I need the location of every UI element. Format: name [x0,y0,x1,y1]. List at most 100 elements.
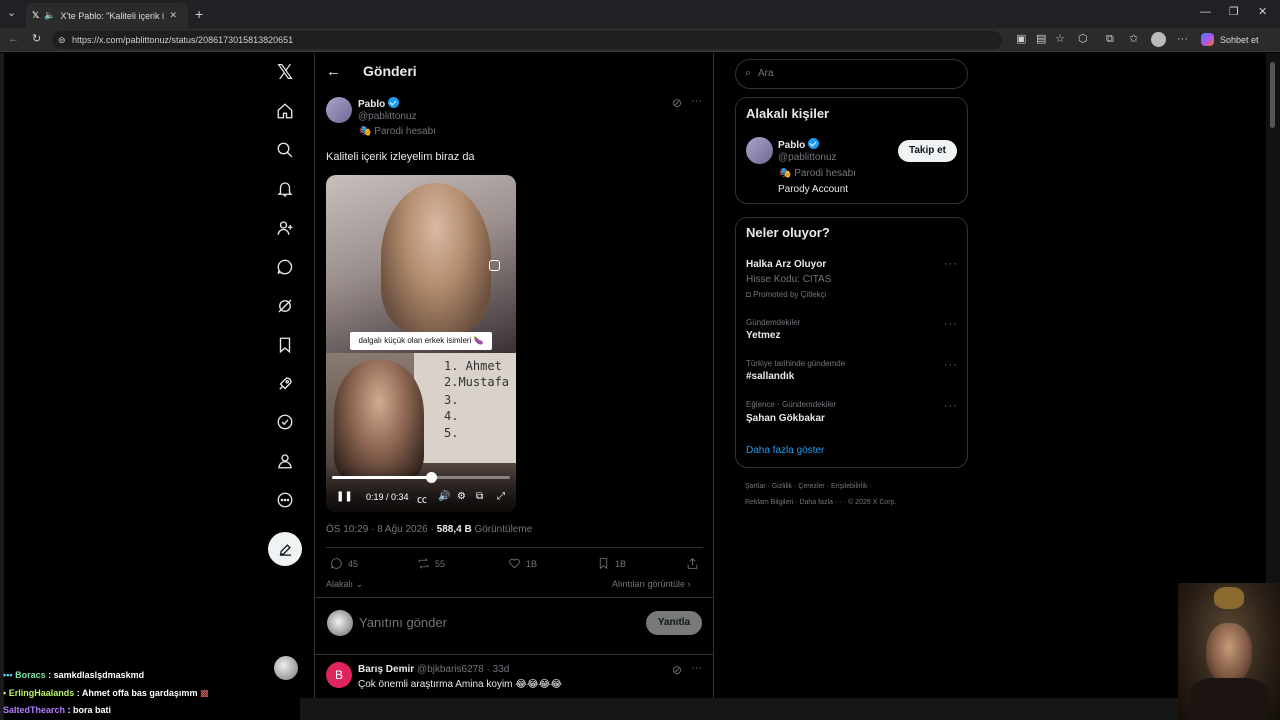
show-more-link[interactable]: Daha fazla göster [746,445,824,456]
trend-item-subtitle: Hisse Kodu: CITAS [746,274,832,285]
post-timestamp[interactable]: ÖS 10:29 · 8 Ağu 2026 · [326,524,434,535]
search-input[interactable]: Ara [758,68,774,79]
grok-icon[interactable] [273,294,297,318]
close-tab-icon[interactable]: ✕ [169,10,177,21]
video-list-item: 1. Ahmet [444,359,502,373]
split-screen-icon[interactable]: ▣ [1016,34,1026,45]
notifications-bell-icon[interactable] [273,177,297,201]
url-field[interactable]: ⊜ https://x.com/pablittonuz/status/20861… [52,31,1002,49]
captions-icon[interactable]: ㏄ [417,491,427,506]
trend-more-icon[interactable]: ··· [944,258,958,270]
x-favicon-icon: 𝕏 [32,10,40,20]
like-action[interactable]: 1B [508,557,537,570]
grok-explain-icon[interactable]: ⊘ [672,96,682,110]
bookmarks-icon[interactable] [273,333,297,357]
author-name-row[interactable]: Pablo [358,97,400,110]
reply-author-name[interactable]: Barış Demir [358,664,414,675]
favorites-icon[interactable]: ✩ [1129,34,1138,45]
home-icon[interactable] [273,99,297,123]
site-info-icon[interactable]: ⊜ [58,31,66,49]
fullscreen-icon[interactable]: ⤢ [497,491,505,502]
post-more-icon[interactable]: ··· [691,95,702,107]
minimize-icon[interactable]: — [1200,7,1211,18]
copilot-label[interactable]: Sohbet et [1220,35,1259,45]
reading-view-icon[interactable]: ▤ [1036,34,1046,45]
author-name[interactable]: Pablo [358,99,385,110]
reply-more-icon[interactable]: ··· [691,662,702,674]
repost-action[interactable]: 55 [417,557,445,570]
extensions-icon[interactable]: ⬡ [1078,34,1088,45]
trend-title[interactable]: #sallandık [746,371,794,382]
trend-title[interactable]: Yetmez [746,330,780,341]
reply-author-handle[interactable]: @bjkbaris6278 · 33d [417,664,509,675]
browser-tab[interactable]: 𝕏 🔈 X'te Pablo: "Kaliteli içerik izley ✕ [26,3,188,28]
reply-button[interactable]: Yanıtla [646,611,702,635]
reply-input[interactable]: Yanıtını gönder [359,615,447,630]
search-box[interactable]: ⌕ Ara [735,59,968,89]
repost-count: 55 [435,558,446,569]
scrollbar-thumb[interactable] [1270,62,1275,128]
trend-more-icon[interactable]: ··· [944,359,958,371]
author-avatar[interactable] [326,97,352,123]
follow-people-icon[interactable] [273,216,297,240]
author-handle[interactable]: @pablittonuz [358,111,417,122]
follow-button[interactable]: Takip et [898,140,957,162]
person-bio: Parody Account [778,184,849,195]
footer-links-2[interactable]: Reklam Bilgileri · Daha fazla ··· · © 20… [745,499,896,506]
chat-message: : Ahmet offa bas gardaşımm [76,688,198,698]
reply-action[interactable]: 45 [330,557,358,570]
speaker-icon[interactable]: 🔈 [44,10,55,21]
pause-icon[interactable]: ❚❚ [336,491,353,502]
person-name-row[interactable]: Pablo [778,138,820,151]
trend-more-icon[interactable]: ··· [944,318,958,330]
person-avatar[interactable] [746,137,773,164]
person-parody: 🎭 Parodi hesabı [779,168,856,179]
picture-in-picture-icon[interactable]: ⧉ [476,491,483,502]
more-menu-icon[interactable]: ··· [1177,34,1188,45]
x-logo-icon[interactable]: 𝕏 [273,60,297,84]
person-name[interactable]: Pablo [778,140,805,151]
person-handle[interactable]: @pablittonuz [778,152,837,163]
bookmark-action[interactable]: 1B [597,557,626,570]
profile-icon[interactable] [273,449,297,473]
premium-verified-icon[interactable] [273,410,297,434]
volume-icon[interactable]: 🔊 [438,491,450,502]
explore-search-icon[interactable] [273,138,297,162]
tab-title: X'te Pablo: "Kaliteli içerik izley [60,10,164,21]
reload-icon[interactable]: ↻ [32,34,41,45]
trend-more-icon[interactable]: ··· [944,400,958,412]
settings-gear-icon[interactable]: ⚙ [457,491,466,502]
share-action[interactable] [686,557,699,570]
scrollbar-track[interactable] [1266,53,1280,583]
profile-avatar[interactable] [1151,32,1166,47]
view-quotes-link[interactable]: Alıntıları görüntüle › [612,579,691,589]
trend-title[interactable]: Şahan Gökbakar [746,413,825,424]
page [0,53,1280,720]
copilot-icon[interactable] [1201,33,1214,46]
compose-post-button[interactable] [268,532,302,566]
reply-author-row[interactable]: Barış Demir @bjkbaris6278 · 33d [358,664,509,675]
restore-icon[interactable]: ❐ [1229,7,1239,18]
tab-list-chevron-icon[interactable]: ⌄ [7,8,16,19]
video-player[interactable]: dalgalı küçük olan erkek isimleri 🍆 1. A… [326,175,516,512]
back-arrow-icon[interactable]: ← [326,63,341,80]
close-window-icon[interactable]: ✕ [1258,7,1267,18]
video-time: 0:19 / 0:34 [366,492,409,502]
chat-message: : bora bati [67,705,112,715]
new-tab-plus-icon[interactable]: + [195,7,203,21]
reply-avatar[interactable]: B [326,662,352,688]
footer-links[interactable]: Şartlar · Gizlilik · Çerezler · Erişileb… [745,483,872,490]
jobs-rocket-icon[interactable] [273,372,297,396]
more-options-icon[interactable] [273,488,297,512]
webcam-body [1190,678,1268,720]
favorite-star-icon[interactable]: ☆ [1055,34,1065,45]
related-dropdown[interactable]: Alakalı ⌄ [326,579,363,590]
collections-icon[interactable]: ⧉ [1106,34,1114,45]
chat-bubble-icon[interactable] [273,255,297,279]
like-count: 1B [526,558,538,569]
back-arrow-icon[interactable]: ← [8,34,19,45]
chat-badges-icon: ▪▪▪ [3,670,16,680]
trend-item-title[interactable]: Halka Arz Oluyor [746,259,826,270]
reply-grok-icon[interactable]: ⊘ [672,663,682,677]
crest-emblem [1214,587,1244,609]
